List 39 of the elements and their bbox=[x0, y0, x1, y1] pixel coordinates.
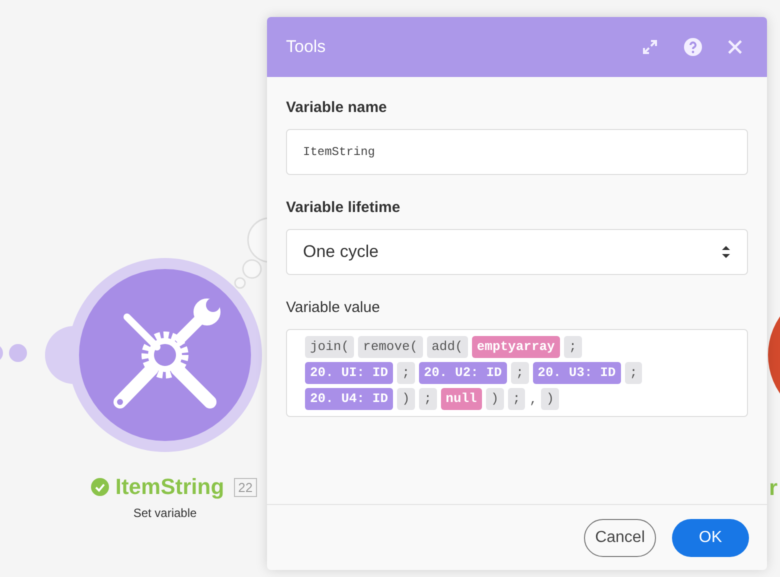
dialog-title: Tools bbox=[286, 37, 326, 57]
function-token: ; bbox=[397, 362, 415, 384]
ok-button[interactable]: OK bbox=[672, 518, 749, 556]
module-number: 22 bbox=[234, 478, 257, 496]
function-token: ) bbox=[541, 388, 560, 410]
function-token: ; bbox=[418, 388, 437, 410]
help-icon[interactable] bbox=[684, 38, 702, 56]
cancel-button[interactable]: Cancel bbox=[584, 518, 656, 556]
expand-icon[interactable] bbox=[642, 39, 658, 55]
variable-token: 20. UI: ID bbox=[305, 362, 394, 384]
keyword-token: emptyarray bbox=[472, 336, 560, 358]
field-label: Variable lifetime bbox=[286, 199, 402, 216]
variable-token: 20. U3: ID bbox=[532, 362, 621, 384]
module-subtitle: Set variable bbox=[133, 506, 197, 520]
variable-value-field[interactable]: join( remove( add( emptyarray ; 20. UI: ID ; 20. U2: ID ; 20. U3: ID ; 20. U4: ID ) ; null ) ; , ) bbox=[286, 329, 748, 417]
function-token: ; bbox=[624, 362, 642, 384]
function-token: add( bbox=[426, 336, 468, 358]
success-check-icon bbox=[91, 478, 110, 496]
close-icon[interactable] bbox=[728, 40, 742, 54]
field-label: Variable value bbox=[286, 299, 381, 316]
sort-caret-icon bbox=[721, 245, 731, 259]
function-token: remove( bbox=[358, 336, 423, 358]
module-title: ItemString bbox=[115, 474, 224, 500]
field-label: Variable name bbox=[286, 99, 388, 116]
keyword-token: null bbox=[440, 388, 482, 410]
variable-name-field[interactable]: ItemString bbox=[286, 129, 748, 175]
function-token: ) bbox=[486, 388, 504, 410]
separator-text: , bbox=[529, 392, 538, 406]
lifetime-select[interactable]: One cycle bbox=[286, 229, 748, 275]
connection-dots-drawing bbox=[0, 341, 30, 365]
field-value: ItemString bbox=[303, 145, 376, 159]
function-token: ; bbox=[508, 388, 526, 410]
function-token: ; bbox=[510, 362, 529, 384]
next-module-title: r bbox=[769, 475, 778, 501]
variable-token: 20. U4: ID bbox=[305, 388, 394, 410]
function-token: join( bbox=[305, 336, 354, 358]
function-token: ) bbox=[397, 388, 415, 410]
variable-token: 20. U2: ID bbox=[418, 362, 507, 384]
function-token: ; bbox=[564, 336, 582, 358]
